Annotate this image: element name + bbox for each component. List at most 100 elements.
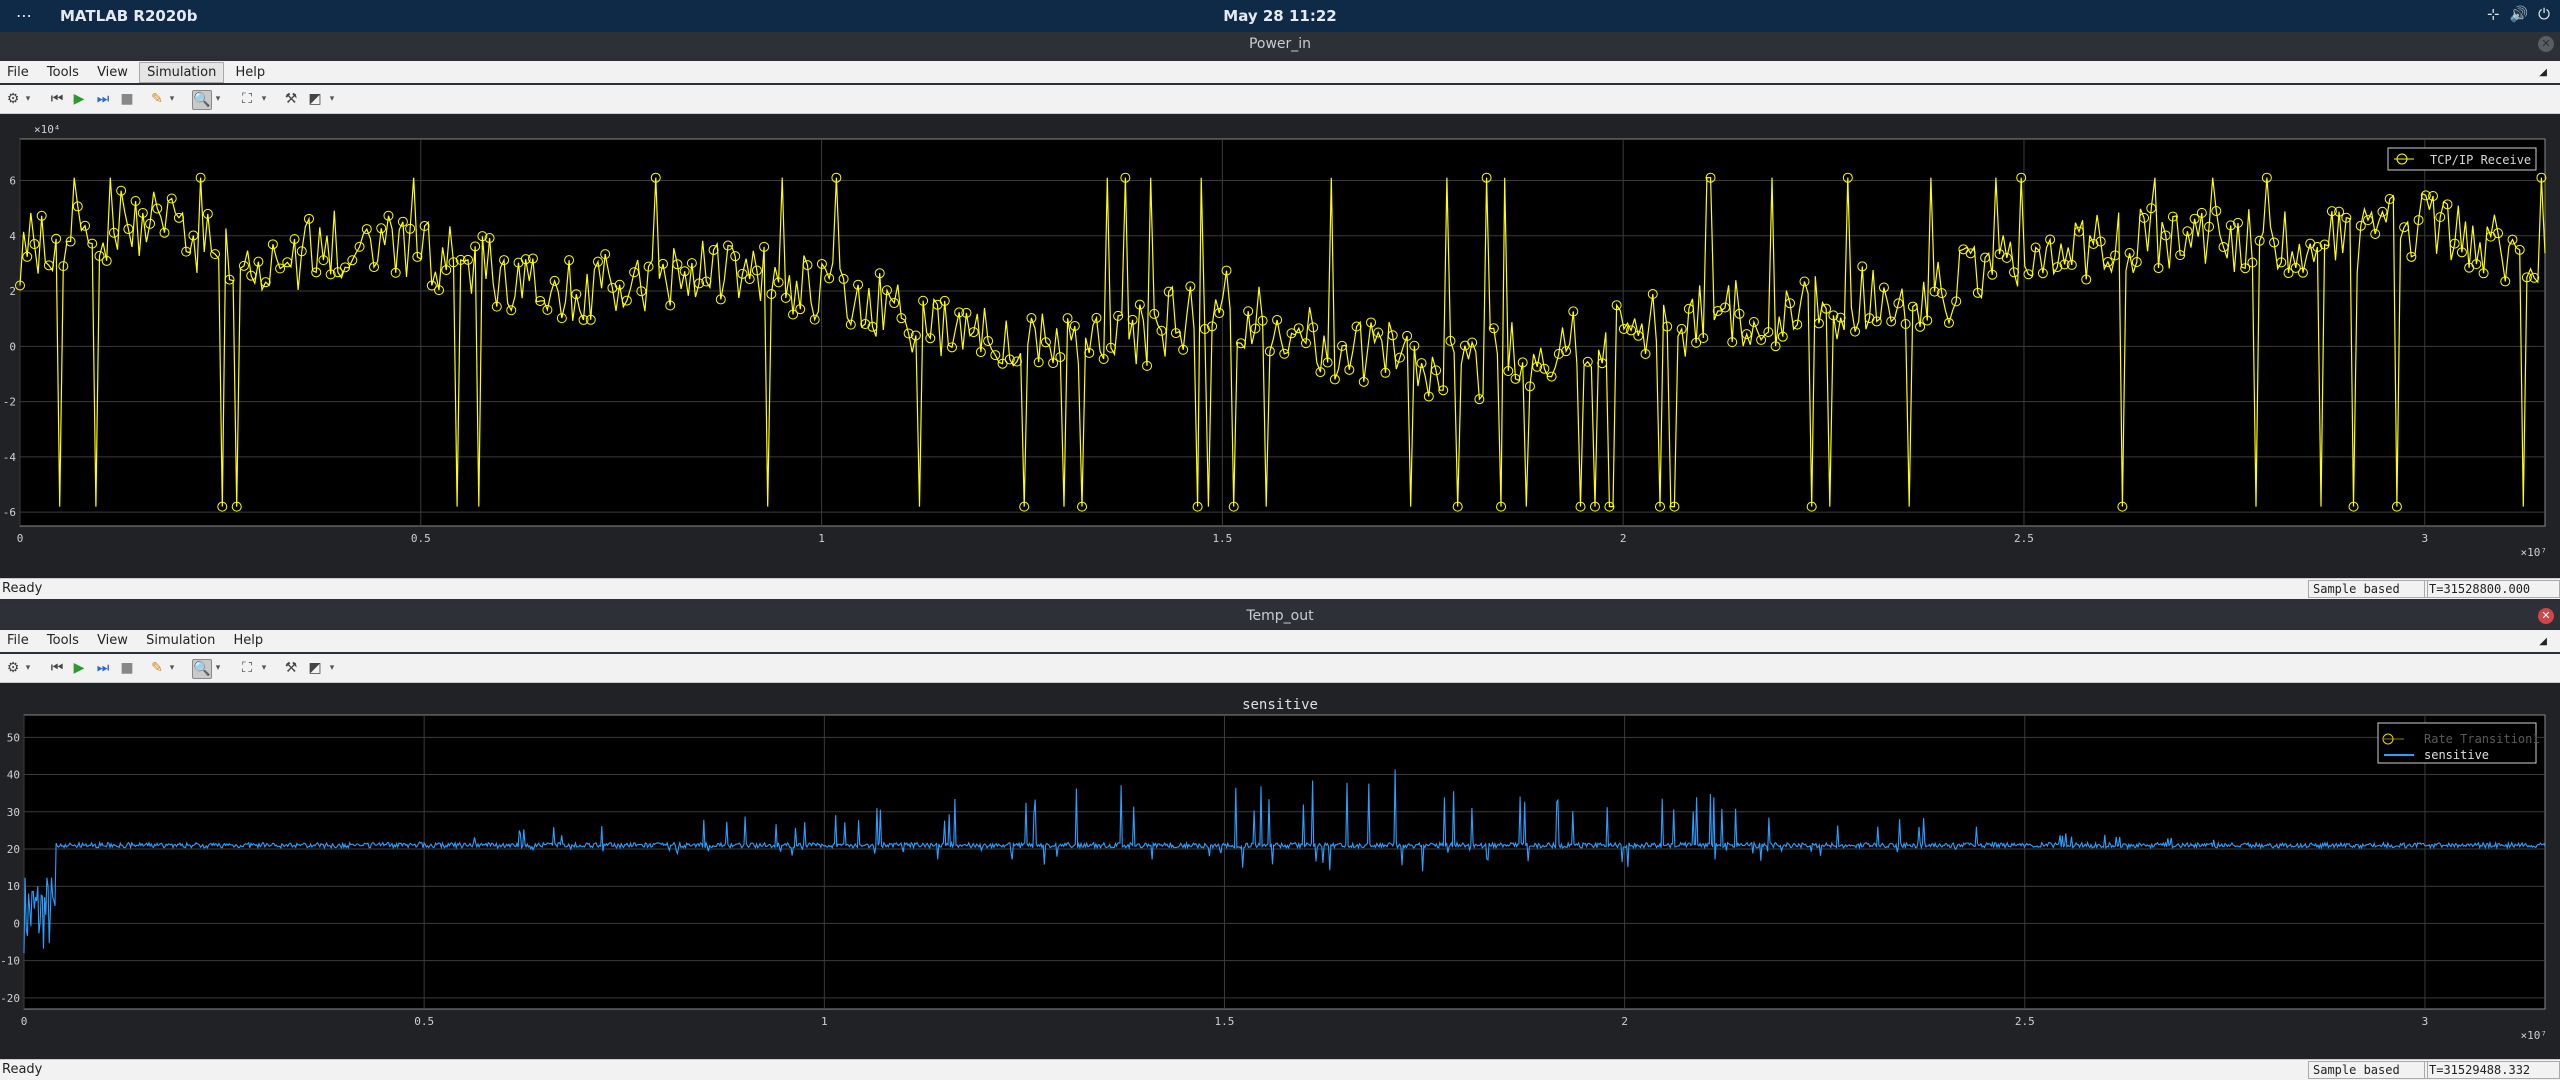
- x-tick-label: 1: [818, 532, 825, 545]
- step-forward-icon[interactable]: ⏭: [94, 90, 112, 108]
- highlight-dropdown-icon[interactable]: ▾: [168, 659, 176, 677]
- sample-mode: Sample based: [2308, 580, 2428, 598]
- zoom-dropdown-icon[interactable]: ▾: [214, 659, 222, 677]
- menu-help[interactable]: Help: [226, 631, 270, 650]
- x-tick-label: 1: [821, 1015, 828, 1028]
- x-tick-label: 0: [21, 1015, 28, 1028]
- volume-icon[interactable]: 🔊: [2509, 5, 2528, 23]
- menu-view[interactable]: View: [90, 63, 135, 82]
- measure-icon[interactable]: ◩: [306, 90, 324, 108]
- x-tick-label: 2.5: [2015, 1015, 2035, 1028]
- menu-tools[interactable]: Tools: [40, 631, 86, 650]
- plot-area[interactable]: 0 0.5 1 1.5 2 2.5 3 -20 -10 0 10 20 30 40 50 ×10⁷ sensit…: [0, 683, 2560, 1060]
- step-back-icon[interactable]: ⏮: [48, 659, 66, 677]
- window-title-bar[interactable]: Temp_out ✕: [0, 604, 2560, 628]
- menu-tools[interactable]: Tools: [40, 63, 86, 82]
- y-tick-label: 10: [7, 880, 20, 893]
- step-forward-icon[interactable]: ⏭: [94, 659, 112, 677]
- x-tick-label: 1.5: [1212, 532, 1232, 545]
- legend-label: sensitive: [2424, 748, 2489, 762]
- menu-file[interactable]: File: [0, 63, 36, 82]
- system-tray: ⊹ 🔊 ⏻: [2487, 5, 2550, 23]
- menu-simulation[interactable]: Simulation: [139, 62, 225, 83]
- clock[interactable]: May 28 11:22: [0, 7, 2560, 25]
- x-tick-label: 1.5: [1215, 1015, 1235, 1028]
- x-exponent-label: ×10⁷: [2521, 546, 2548, 559]
- window-title: Power_in: [1248, 36, 1312, 52]
- x-tick-label: 0.5: [414, 1015, 434, 1028]
- power-in-plot[interactable]: 0 0.5 1 1.5 2 2.5 3 -6 -4 -2 0 2 4 6 ×10⁷ ×10⁴ TCP/IP Re…: [0, 114, 2560, 578]
- power-icon[interactable]: ⏻: [2538, 5, 2550, 23]
- y-tick-label: -4: [3, 451, 17, 464]
- measure-icon[interactable]: ◩: [306, 659, 324, 677]
- y-tick-label: -6: [3, 506, 16, 519]
- menu-overflow-arrow-icon[interactable]: ◢: [2532, 65, 2554, 80]
- run-icon[interactable]: ▶: [70, 659, 88, 677]
- stop-icon[interactable]: ■: [118, 90, 136, 108]
- menu-view[interactable]: View: [90, 631, 135, 650]
- y-tick-label: 20: [7, 843, 20, 856]
- legend-label: TCP/IP Receive: [2430, 153, 2531, 167]
- autoscale-dropdown-icon[interactable]: ▾: [260, 659, 268, 677]
- highlight-dropdown-icon[interactable]: ▾: [168, 90, 176, 108]
- settings-gear-icon[interactable]: ⚙: [4, 659, 22, 677]
- sim-time: T=31528800.000: [2424, 580, 2560, 598]
- status-text: Ready: [2, 1062, 43, 1077]
- x-tick-label: 0: [17, 532, 24, 545]
- zoom-icon[interactable]: 🔍: [192, 90, 212, 110]
- close-icon[interactable]: ✕: [2538, 608, 2554, 624]
- window-title: Temp_out: [1246, 608, 1314, 624]
- y-tick-label: 4: [9, 230, 16, 243]
- autoscale-icon[interactable]: ⛶: [238, 659, 256, 677]
- y-tick-label: 0: [9, 340, 16, 353]
- menu-overflow-arrow-icon[interactable]: ◢: [2532, 634, 2554, 649]
- y-tick-label: 40: [7, 769, 20, 782]
- zoom-dropdown-icon[interactable]: ▾: [214, 90, 222, 108]
- temp-out-plot[interactable]: 0 0.5 1 1.5 2 2.5 3 -20 -10 0 10 20 30 40 50 ×10⁷ sensit…: [0, 683, 2560, 1060]
- highlight-icon[interactable]: ✎: [148, 659, 166, 677]
- menu-bar: File Tools View Simulation Help ◢: [0, 630, 2560, 652]
- y-tick-label: 0: [13, 917, 20, 930]
- plot-background: [19, 138, 2546, 527]
- measure-dropdown-icon[interactable]: ▾: [328, 659, 336, 677]
- close-icon[interactable]: ✕: [2538, 36, 2554, 52]
- y-tick-label: -20: [0, 992, 20, 1005]
- x-tick-label: 2.5: [2014, 532, 2034, 545]
- settings-dropdown-icon[interactable]: ▾: [24, 659, 32, 677]
- plot-title: sensitive: [1242, 697, 1318, 713]
- toolbar: ⚙ ▾ ⏮ ▶ ⏭ ■ ✎ ▾ 🔍 ▾ ⛶ ▾ ⚒ ◩ ▾: [0, 654, 2560, 683]
- measure-dropdown-icon[interactable]: ▾: [328, 90, 336, 108]
- run-icon[interactable]: ▶: [70, 90, 88, 108]
- step-back-icon[interactable]: ⏮: [48, 90, 66, 108]
- menu-help[interactable]: Help: [228, 63, 272, 82]
- window-title-bar[interactable]: Power_in ✕: [0, 32, 2560, 56]
- settings-dropdown-icon[interactable]: ▾: [24, 90, 32, 108]
- y-exponent-label: ×10⁴: [34, 123, 61, 136]
- sample-mode: Sample based: [2308, 1061, 2428, 1079]
- status-bar: Ready Sample based T=31528800.000: [0, 578, 2560, 599]
- menu-simulation[interactable]: Simulation: [139, 631, 222, 650]
- y-tick-label: -2: [3, 396, 16, 409]
- triggers-icon[interactable]: ⚒: [282, 659, 300, 677]
- highlight-icon[interactable]: ✎: [148, 90, 166, 108]
- x-tick-label: 3: [2422, 1015, 2429, 1028]
- system-top-bar: ⋯ MATLAB R2020b May 28 11:22 ⊹ 🔊 ⏻: [0, 0, 2560, 32]
- y-tick-label: -10: [0, 955, 20, 968]
- y-tick-label: 50: [7, 731, 20, 744]
- y-tick-label: 30: [7, 806, 20, 819]
- x-tick-label: 3: [2421, 532, 2428, 545]
- status-text: Ready: [2, 581, 43, 596]
- stop-icon[interactable]: ■: [118, 659, 136, 677]
- triggers-icon[interactable]: ⚒: [282, 90, 300, 108]
- network-icon[interactable]: ⊹: [2487, 5, 2500, 23]
- settings-gear-icon[interactable]: ⚙: [4, 90, 22, 108]
- legend-label: Rate Transition1: [2424, 732, 2540, 746]
- zoom-icon[interactable]: 🔍: [192, 659, 212, 679]
- x-tick-label: 0.5: [411, 532, 431, 545]
- autoscale-icon[interactable]: ⛶: [238, 90, 256, 108]
- menu-file[interactable]: File: [0, 631, 36, 650]
- status-bar: Ready Sample based T=31529488.332: [0, 1059, 2560, 1080]
- plot-area[interactable]: 0 0.5 1 1.5 2 2.5 3 -6 -4 -2 0 2 4 6 ×10⁷ ×10⁴ TCP/IP Re…: [0, 114, 2560, 578]
- toolbar: ⚙ ▾ ⏮ ▶ ⏭ ■ ✎ ▾ 🔍 ▾ ⛶ ▾ ⚒ ◩ ▾: [0, 85, 2560, 114]
- autoscale-dropdown-icon[interactable]: ▾: [260, 90, 268, 108]
